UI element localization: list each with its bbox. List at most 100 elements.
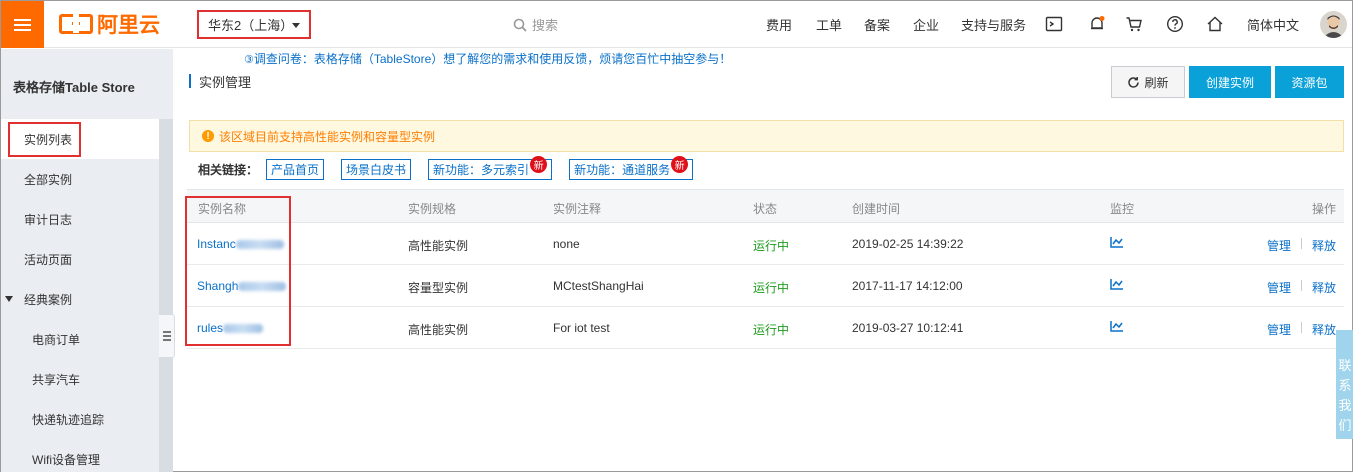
- instance-name-text: Instanc: [197, 237, 236, 251]
- cart-icon[interactable]: [1125, 15, 1143, 33]
- instance-table: 实例名称 实例规格 实例注释 状态 创建时间 监控 操作 Instanc 高性能…: [187, 189, 1344, 349]
- instance-note: For iot test: [553, 321, 610, 335]
- chart-line-icon[interactable]: [1110, 278, 1124, 290]
- nav-filing[interactable]: 备案: [864, 1, 890, 48]
- header-created-time: 创建时间: [852, 202, 901, 216]
- sidebar-item-ecommerce[interactable]: 电商订单: [1, 319, 159, 359]
- new-badge: 新: [671, 156, 689, 173]
- nav-tickets[interactable]: 工单: [816, 1, 842, 48]
- action-divider: [1301, 238, 1302, 249]
- contact-char: 系: [1338, 378, 1352, 393]
- release-link[interactable]: 释放: [1312, 237, 1336, 254]
- sidebar-item-label: 活动页面: [24, 252, 73, 267]
- created-time: 2019-03-27 10:12:41: [852, 321, 964, 335]
- survey-icon: ③: [244, 54, 254, 66]
- avatar[interactable]: [1320, 11, 1347, 38]
- product-title: 表格存储Table Store: [13, 80, 135, 95]
- release-link[interactable]: 释放: [1312, 321, 1336, 338]
- page-header: 实例管理: [189, 71, 251, 91]
- sidebar-collapse-toggle[interactable]: [159, 314, 175, 358]
- search-icon: [513, 18, 527, 32]
- header-monitor: 监控: [1110, 202, 1135, 216]
- terminal-icon[interactable]: [1045, 15, 1063, 33]
- sidebar-scrollbar[interactable]: [159, 119, 173, 472]
- help-icon[interactable]: [1166, 15, 1184, 33]
- resource-package-button[interactable]: 资源包: [1275, 66, 1344, 98]
- collapse-icon: [162, 331, 171, 341]
- region-selector[interactable]: 华东2（上海）: [197, 10, 311, 39]
- redacted-text: [223, 324, 264, 334]
- nav-enterprise[interactable]: 企业: [913, 1, 939, 48]
- header-status: 状态: [753, 202, 778, 216]
- related-links-label: 相关链接：: [198, 163, 259, 177]
- release-link[interactable]: 释放: [1312, 279, 1336, 296]
- caret-down-icon: [292, 23, 300, 28]
- action-divider: [1301, 322, 1302, 333]
- warning-icon: !: [202, 130, 214, 142]
- link-tunnel-service[interactable]: 新功能：通道服务 新: [569, 156, 694, 180]
- header-instance-spec: 实例规格: [408, 202, 457, 216]
- instance-name-link[interactable]: rules: [197, 321, 264, 335]
- contact-us-widget[interactable]: 联 系 我 们: [1336, 330, 1353, 439]
- sidebar-item-label: 全部实例: [24, 172, 73, 187]
- logo[interactable]: 阿里云: [59, 12, 160, 37]
- hamburger-icon: [14, 18, 31, 31]
- manage-link[interactable]: 管理: [1267, 237, 1291, 254]
- table-row: rules 高性能实例 For iot test 运行中 2019-03-27 …: [187, 307, 1344, 349]
- logo-text: 阿里云: [97, 14, 160, 37]
- sidebar-item-label: 电商订单: [32, 332, 81, 347]
- sidebar: 表格存储Table Store 实例列表 全部实例 审计日志 活动页面 经典案例…: [1, 49, 173, 472]
- create-instance-button[interactable]: 创建实例: [1189, 66, 1271, 98]
- link-multi-index[interactable]: 新功能：多元索引 新: [428, 156, 553, 180]
- search-placeholder: 搜索: [532, 18, 559, 33]
- sidebar-nav: 实例列表 全部实例 审计日志 活动页面 经典案例 电商订单 共享汽车 快递轨迹追…: [1, 119, 159, 472]
- sidebar-item-activity[interactable]: 活动页面: [1, 239, 159, 279]
- region-notice: ! 该区域目前支持高性能实例和容量型实例: [189, 120, 1344, 152]
- language-selector[interactable]: 简体中文: [1247, 1, 1299, 48]
- sidebar-item-express-tracking[interactable]: 快递轨迹追踪: [1, 399, 159, 439]
- notice-text: 该区域目前支持高性能实例和容量型实例: [219, 129, 436, 144]
- link-product-home[interactable]: 产品首页: [266, 159, 325, 180]
- contact-char: 们: [1338, 418, 1352, 433]
- search-input[interactable]: 搜索: [513, 15, 558, 34]
- refresh-label: 刷新: [1144, 75, 1169, 90]
- sidebar-item-all-instances[interactable]: 全部实例: [1, 159, 159, 199]
- status-badge: 运行中: [753, 281, 790, 295]
- chart-line-icon[interactable]: [1110, 236, 1124, 248]
- manage-link[interactable]: 管理: [1267, 279, 1291, 296]
- refresh-icon: [1128, 76, 1140, 88]
- link-label: 产品首页: [271, 163, 320, 177]
- instance-name-link[interactable]: Shangh: [197, 279, 287, 293]
- related-links: 相关链接： 产品首页 场景白皮书 新功能：多元索引 新 新功能：通道服务 新: [198, 156, 710, 180]
- sidebar-item-audit-log[interactable]: 审计日志: [1, 199, 159, 239]
- sidebar-item-instance-list[interactable]: 实例列表: [1, 119, 159, 159]
- chart-line-icon[interactable]: [1110, 320, 1124, 332]
- header-instance-name: 实例名称: [198, 202, 247, 216]
- sidebar-item-label: 审计日志: [24, 212, 73, 227]
- instance-name-link[interactable]: Instanc: [197, 237, 284, 251]
- redacted-text: [235, 240, 284, 250]
- bell-icon[interactable]: [1088, 15, 1106, 33]
- created-time: 2017-11-17 14:12:00: [852, 279, 963, 293]
- sidebar-item-label: Wifi设备管理: [32, 452, 100, 467]
- user-avatar-icon: [1323, 15, 1344, 38]
- home-icon[interactable]: [1206, 15, 1224, 33]
- instance-spec: 高性能实例: [408, 239, 469, 253]
- sidebar-item-wifi[interactable]: Wifi设备管理: [1, 439, 159, 472]
- nav-billing[interactable]: 费用: [766, 1, 792, 48]
- sidebar-item-car-sharing[interactable]: 共享汽车: [1, 359, 159, 399]
- instance-note: none: [553, 237, 580, 251]
- link-label: 新功能：通道服务: [574, 163, 671, 177]
- manage-link[interactable]: 管理: [1267, 321, 1291, 338]
- sidebar-item-classic-cases[interactable]: 经典案例: [1, 279, 159, 319]
- status-badge: 运行中: [753, 323, 790, 337]
- contact-char: 我: [1338, 398, 1352, 413]
- nav-support[interactable]: 支持与服务: [961, 1, 1026, 48]
- refresh-button[interactable]: 刷新: [1111, 66, 1185, 98]
- top-bar: 阿里云 华东2（上海） 搜索 费用 工单 备案 企业 支持与服务 简体中文: [1, 1, 1352, 48]
- contact-char: 联: [1338, 358, 1352, 373]
- survey-link[interactable]: ③调查问卷：表格存储（TableStore）想了解您的需求和使用反馈，烦请您百忙…: [244, 50, 731, 67]
- menu-button[interactable]: [1, 1, 44, 48]
- table-row: Instanc 高性能实例 none 运行中 2019-02-25 14:39:…: [187, 223, 1344, 265]
- link-whitepaper[interactable]: 场景白皮书: [341, 159, 412, 180]
